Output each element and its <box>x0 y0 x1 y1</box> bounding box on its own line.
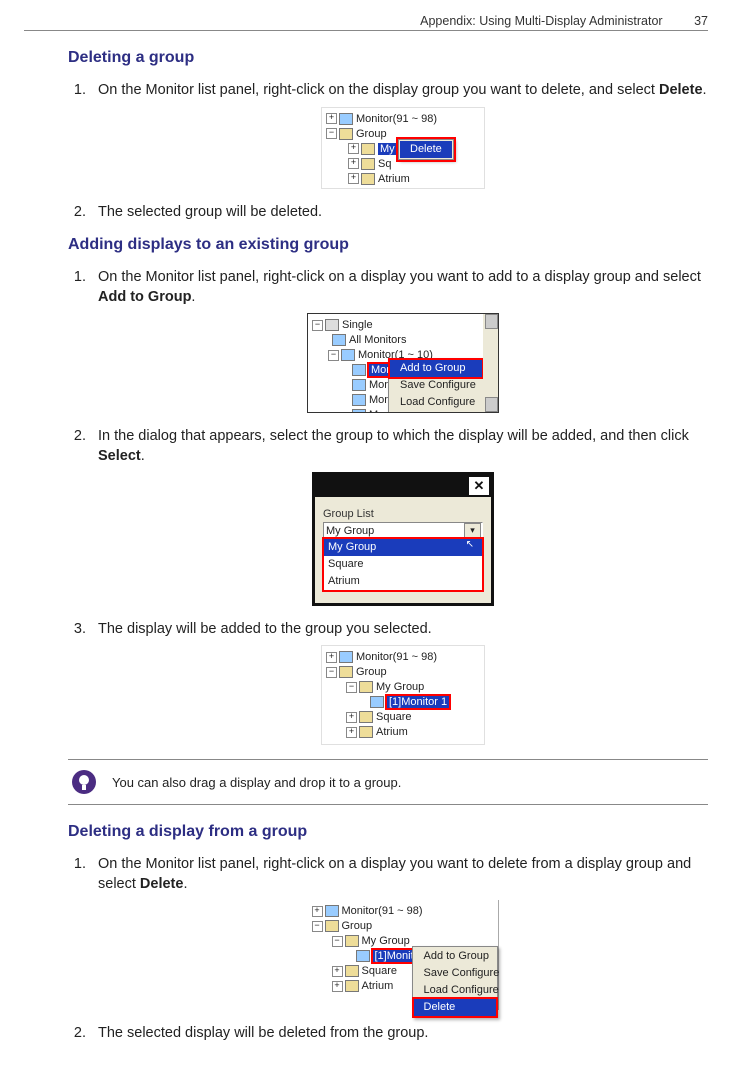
menu-item-delete[interactable]: Delete <box>414 999 496 1016</box>
lightbulb-icon <box>72 770 96 794</box>
menu-item-save-configure[interactable]: Save Configure <box>390 377 482 394</box>
page-header: Appendix: Using Multi-Display Administra… <box>24 14 708 31</box>
list-item: On the Monitor list panel, right-click o… <box>90 81 708 189</box>
scrollbar[interactable] <box>483 314 498 412</box>
group-list-dialog: ✕ Group List My Group▾ My Group↖ Square … <box>312 472 494 605</box>
menu-item-delete[interactable]: Delete <box>400 141 452 158</box>
context-menu-display[interactable]: Add to Group Save Configure Load Configu… <box>412 946 498 1018</box>
menu-item-save-configure[interactable]: Save Configure <box>414 965 496 982</box>
header-title: Appendix: Using Multi-Display Administra… <box>420 14 662 28</box>
close-icon[interactable]: ✕ <box>469 477 489 495</box>
menu-item-load-configure[interactable]: Load Configure <box>414 982 496 999</box>
heading-adding-displays: Adding displays to an existing group <box>68 236 708 254</box>
group-list-label: Group List <box>323 507 483 522</box>
tip-text: You can also drag a display and drop it … <box>112 775 401 790</box>
context-menu-delete[interactable]: Delete <box>398 139 454 160</box>
heading-deleting-display: Deleting a display from a group <box>68 823 708 841</box>
list-item: On the Monitor list panel, right-click o… <box>90 855 708 1010</box>
menu-item-add-to-group[interactable]: Add to Group <box>414 948 496 965</box>
page-number: 37 <box>694 14 708 28</box>
figure-tree-delete-display: +Monitor(91 ~ 98) −Group −My Group [1]Mo… <box>308 900 499 1010</box>
figure-tree-delete-group: +Monitor(91 ~ 98) −Group +My +Sq +Atrium… <box>321 107 485 189</box>
heading-deleting-group: Deleting a group <box>68 49 708 67</box>
list-item: The selected group will be deleted. <box>90 203 708 223</box>
menu-item-load-configure[interactable]: Load Configure <box>390 394 482 411</box>
tip-callout: You can also drag a display and drop it … <box>68 759 708 805</box>
figure-tree-result: +Monitor(91 ~ 98) −Group −My Group [1]Mo… <box>321 645 485 745</box>
group-list-dropdown[interactable]: My Group▾ My Group↖ Square Atrium <box>323 522 483 590</box>
menu-item-add-to-group[interactable]: Add to Group <box>390 360 482 377</box>
dropdown-option[interactable]: Atrium <box>324 573 482 590</box>
list-item: In the dialog that appears, select the g… <box>90 427 708 605</box>
figure-tree-add-to-group: −Single All Monitors −Monitor(1 ~ 10) Mo… <box>307 313 499 413</box>
dropdown-option[interactable]: Square <box>324 556 482 573</box>
list-item: On the Monitor list panel, right-click o… <box>90 268 708 413</box>
list-item: The display will be added to the group y… <box>90 620 708 746</box>
list-item: The selected display will be deleted fro… <box>90 1024 708 1044</box>
context-menu-add[interactable]: Add to Group Save Configure Load Configu… <box>388 358 484 413</box>
